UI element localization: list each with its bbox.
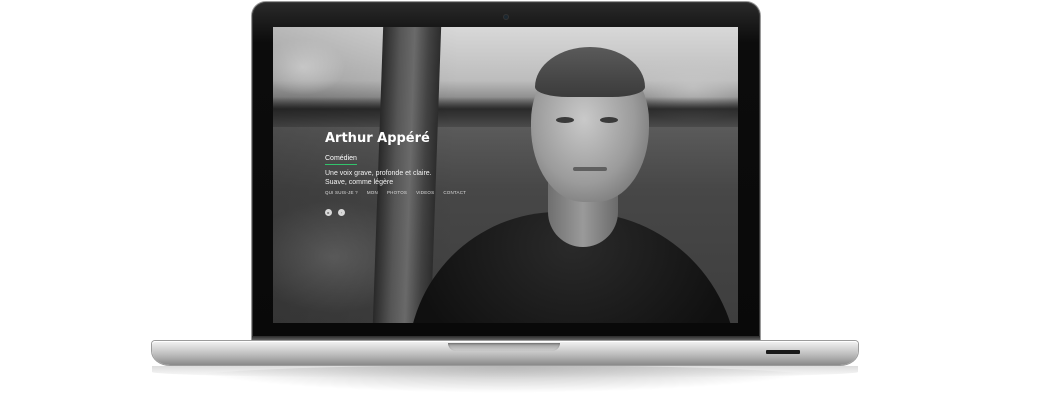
laptop-base: [152, 341, 858, 365]
laptop-lid: Arthur Appéré Comédien Une voix grave, p…: [252, 2, 760, 340]
social-links: ▸ ◦: [325, 209, 345, 216]
nav-item-videos[interactable]: VIDEOS: [416, 190, 434, 196]
base-reflection: [152, 366, 858, 378]
site-nav: QUI SUIS-JE ? MON PHOTOS VIDEOS CONTACT: [325, 190, 466, 196]
site-tagline: Une voix grave, profonde et claire. Suav…: [325, 169, 475, 187]
hero-text: Arthur Appéré Comédien Une voix grave, p…: [325, 131, 475, 187]
tagline-line-1: Une voix grave, profonde et claire.: [325, 170, 432, 177]
lid-opening-notch: [448, 343, 560, 351]
nav-item-photos[interactable]: PHOTOS: [387, 190, 407, 196]
instagram-icon[interactable]: ◦: [338, 209, 345, 216]
nav-item-mon[interactable]: MON: [367, 190, 378, 196]
mockup-stage: Arthur Appéré Comédien Une voix grave, p…: [0, 0, 1046, 409]
side-port: [766, 350, 800, 354]
webcam-icon: [504, 15, 508, 19]
nav-item-about[interactable]: QUI SUIS-JE ?: [325, 190, 358, 196]
nav-item-contact[interactable]: CONTACT: [443, 190, 466, 196]
laptop-screen: Arthur Appéré Comédien Une voix grave, p…: [273, 27, 738, 323]
site-role: Comédien: [325, 154, 357, 165]
site-title: Arthur Appéré: [325, 131, 430, 146]
tagline-line-2: Suave, comme légère: [325, 179, 394, 186]
youtube-icon[interactable]: ▸: [325, 209, 332, 216]
